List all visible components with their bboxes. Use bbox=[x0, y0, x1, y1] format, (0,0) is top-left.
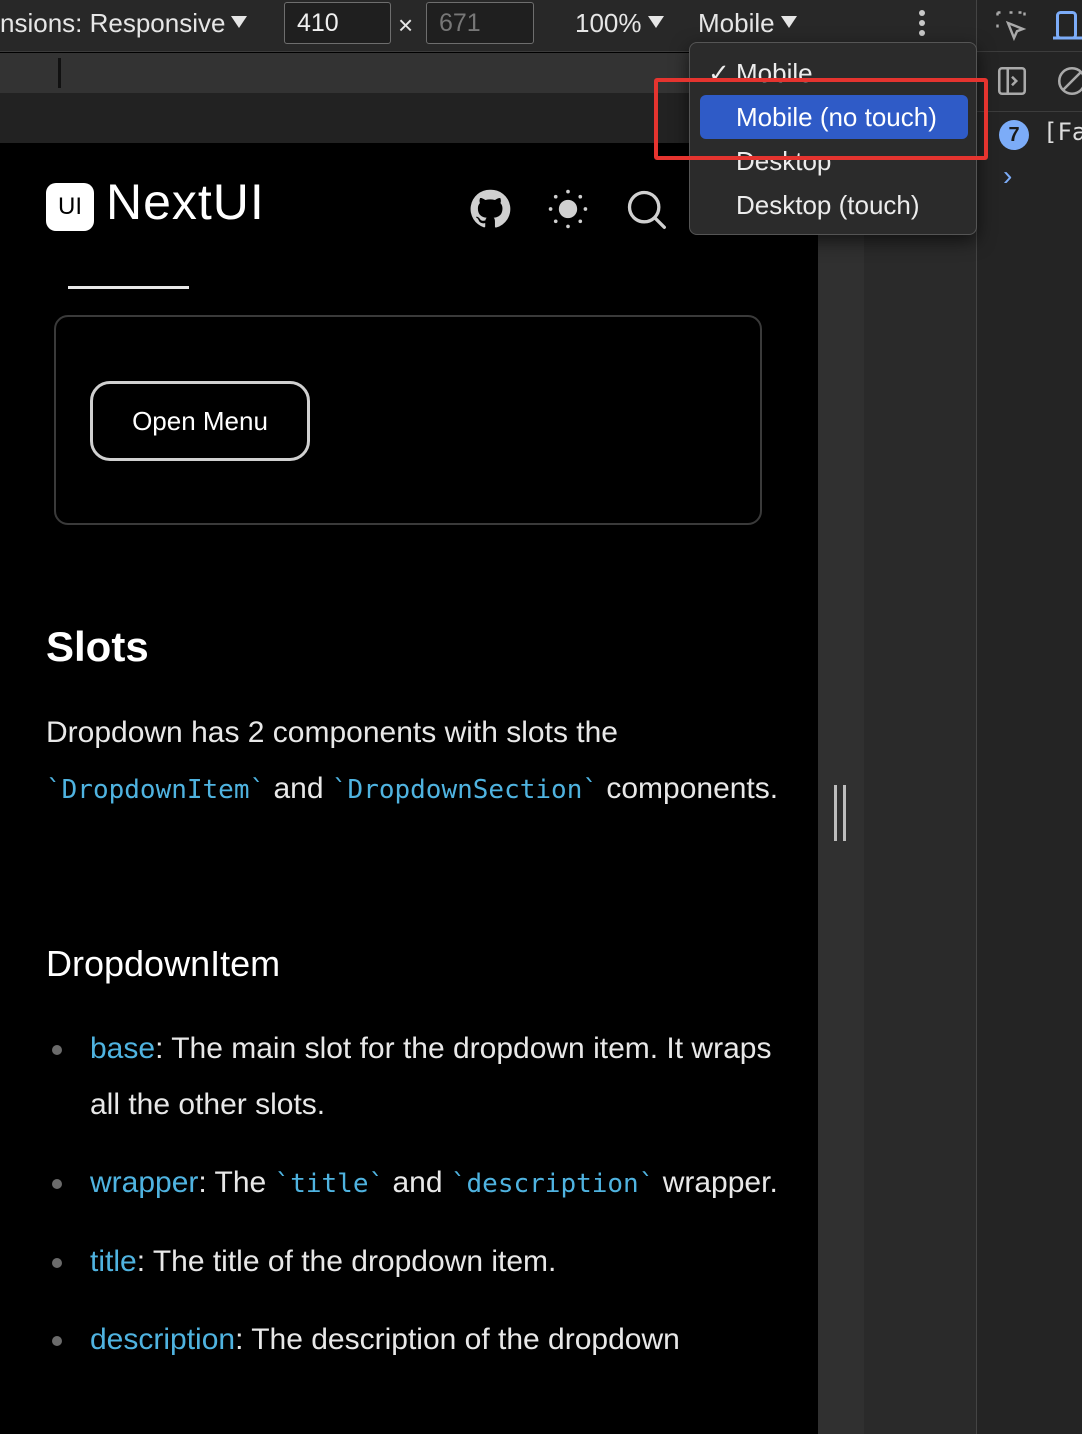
console-toolbar bbox=[977, 52, 1082, 112]
clear-console-icon[interactable] bbox=[1055, 64, 1082, 98]
annotation-highlight-box bbox=[654, 78, 988, 160]
device-type-dropdown[interactable]: Mobile bbox=[698, 8, 797, 39]
inline-code: `title` bbox=[274, 1169, 385, 1199]
width-input[interactable]: 410 bbox=[284, 2, 391, 44]
tab-underline bbox=[68, 286, 189, 289]
devtools-pane: 7 [Fa › bbox=[976, 0, 1082, 1434]
caret-down-icon bbox=[780, 16, 797, 29]
slot-term[interactable]: wrapper bbox=[90, 1166, 198, 1199]
device-toggle-icon[interactable] bbox=[1053, 8, 1082, 44]
slot-description: : The title of the dropdown item. bbox=[136, 1245, 557, 1278]
times-icon: × bbox=[398, 10, 414, 40]
slot-term[interactable]: title bbox=[90, 1245, 137, 1278]
inspect-element-icon[interactable] bbox=[993, 8, 1029, 44]
inline-code: `DropdownItem` bbox=[46, 775, 266, 805]
zoom-label: 100% bbox=[575, 8, 642, 38]
chevron-right-icon[interactable]: › bbox=[1003, 160, 1012, 192]
devtools-toolbar bbox=[977, 0, 1082, 52]
dropdown-item-heading: DropdownItem bbox=[46, 943, 281, 984]
intro-text: components. bbox=[598, 772, 779, 805]
intro-text: Dropdown has 2 components with slots the bbox=[46, 716, 618, 749]
logo-icon[interactable]: UI bbox=[46, 183, 94, 231]
zoom-dropdown[interactable]: 100% bbox=[575, 8, 664, 39]
resize-gutter bbox=[818, 143, 864, 1434]
inline-code: `DropdownSection` bbox=[331, 775, 598, 805]
emulated-page: UI NextUI Open Menu Slots Dropdown has 2… bbox=[0, 143, 818, 1434]
slot-term[interactable]: base bbox=[90, 1032, 155, 1065]
caret-down-icon bbox=[231, 16, 248, 29]
open-menu-button[interactable]: Open Menu bbox=[90, 381, 310, 461]
list-item: description: The description of the drop… bbox=[46, 1312, 786, 1368]
inline-code: `description` bbox=[450, 1169, 655, 1199]
slot-description: and bbox=[384, 1166, 451, 1199]
slots-list: base: The main slot for the dropdown ite… bbox=[46, 1021, 786, 1390]
dimensions-label: nsions: Responsive bbox=[0, 8, 226, 38]
menu-item-label: Desktop (touch) bbox=[736, 190, 920, 220]
slots-intro: Dropdown has 2 components with slots the… bbox=[46, 705, 786, 818]
message-count-badge: 7 bbox=[999, 120, 1029, 150]
console-message[interactable]: [Fa bbox=[1043, 118, 1082, 146]
more-options-icon[interactable] bbox=[919, 10, 927, 40]
caret-down-icon bbox=[647, 16, 664, 29]
slots-heading: Slots bbox=[46, 623, 149, 670]
sidebar-toggle-icon[interactable] bbox=[995, 64, 1029, 98]
slot-term[interactable]: description bbox=[90, 1323, 235, 1356]
demo-preview: Open Menu bbox=[54, 315, 762, 525]
slot-description: : The main slot for the dropdown item. I… bbox=[90, 1032, 772, 1121]
intro-text: and bbox=[265, 772, 332, 805]
menu-item-desktop-touch[interactable]: Desktop (touch) bbox=[700, 183, 968, 227]
list-item: base: The main slot for the dropdown ite… bbox=[46, 1021, 786, 1133]
slot-description: wrapper. bbox=[654, 1166, 778, 1199]
resize-handle[interactable] bbox=[834, 785, 846, 841]
github-icon[interactable] bbox=[468, 187, 512, 231]
list-item: wrapper: The `title` and `description` w… bbox=[46, 1155, 786, 1212]
slot-description: : The bbox=[198, 1166, 275, 1199]
dimensions-dropdown[interactable]: nsions: Responsive bbox=[0, 8, 248, 39]
search-icon[interactable] bbox=[624, 187, 668, 231]
slot-description: : The description of the dropdown bbox=[235, 1323, 680, 1356]
brand-name[interactable]: NextUI bbox=[106, 173, 265, 231]
list-item: title: The title of the dropdown item. bbox=[46, 1234, 786, 1290]
sun-icon[interactable] bbox=[546, 187, 590, 231]
side-panel bbox=[864, 143, 976, 1434]
device-type-label: Mobile bbox=[698, 8, 775, 38]
height-input[interactable]: 671 bbox=[426, 2, 534, 44]
